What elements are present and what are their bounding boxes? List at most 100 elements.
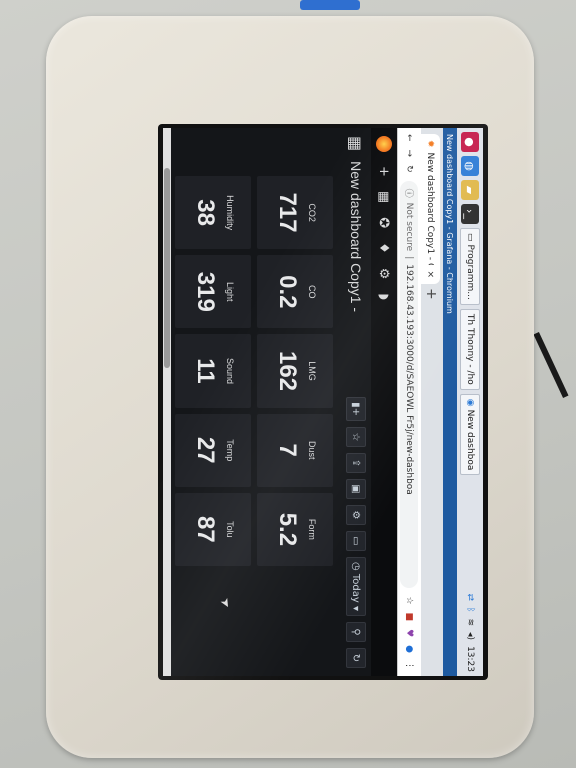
panel-value: 0.2 <box>274 275 301 309</box>
horizontal-scrollbar[interactable] <box>163 128 171 676</box>
globe-icon[interactable]: ◍ <box>461 156 479 176</box>
save-button[interactable]: ▣ <box>346 478 366 499</box>
star-button[interactable]: ☆ <box>346 426 366 447</box>
url-field[interactable]: ⓘ Not secure | 192.168.43.193:3000/d/SAE… <box>400 180 419 589</box>
taskbar-item-thonny[interactable]: Th Thonny - /ho <box>460 308 480 390</box>
new-tab-button[interactable]: + <box>421 288 439 300</box>
grafana-sidebar: + ▦ ✪ ♦ ⚙ ◗ <box>371 128 397 676</box>
time-picker-button[interactable]: ◷ Today ▾ <box>346 556 366 616</box>
dashboard-actions: ▮+ ☆ ⇪ ▣ ⚙ ▭ ◷ Today ▾ ⚲ ↻ <box>346 397 366 668</box>
panel-title: Dust <box>307 440 317 460</box>
browser-tab[interactable]: ✹ New dashboard Copy1 - Grafana × <box>421 134 440 284</box>
stat-panel[interactable]: Dust 7 <box>257 413 333 487</box>
stat-panel[interactable]: CO2 717 <box>257 176 333 250</box>
taskbar-item-programming[interactable]: ▭ Programm... <box>460 228 480 305</box>
wifi-icon[interactable]: ≋ <box>465 618 475 626</box>
panel-value: 162 <box>274 350 301 392</box>
tab-title: New dashboard Copy1 - Grafana <box>425 152 436 266</box>
taskbar-item-label: Programm... <box>465 244 475 300</box>
back-icon[interactable]: ← <box>405 134 415 142</box>
panel-value: 27 <box>192 436 219 464</box>
taskbar-item-label: Thonny - /ho <box>465 328 475 385</box>
stat-panel[interactable]: Light 319 <box>175 255 251 329</box>
refresh-button[interactable]: ↻ <box>346 648 366 668</box>
panel-title: LMG <box>307 361 317 381</box>
info-icon[interactable]: ⓘ <box>403 189 416 198</box>
window-title: New dashboard Copy1 - Grafana - Chromium <box>445 134 455 314</box>
mouse-pointer-icon: ➤ <box>217 595 235 611</box>
grafana-logo-icon[interactable] <box>376 136 392 152</box>
time-range-label: Today <box>350 573 362 603</box>
forward-icon[interactable]: → <box>405 150 415 158</box>
panel-value: 11 <box>192 358 219 384</box>
panel-title: Sound <box>225 357 235 384</box>
thonny-icon: Th <box>465 313 475 326</box>
panel-value: 87 <box>192 516 219 543</box>
tv-mode-button[interactable]: ▭ <box>346 530 366 551</box>
dashboards-grid-icon: ▦ <box>346 136 366 152</box>
tab-strip: ✹ New dashboard Copy1 - Grafana × + <box>421 128 443 676</box>
address-bar: ← → ↻ ⓘ Not secure | 192.168.43.193:3000… <box>397 128 421 676</box>
taskbar-item-label: New dashboa <box>465 409 475 471</box>
panel-title: CO <box>307 285 317 299</box>
terminal-icon[interactable]: ›_ <box>461 204 479 224</box>
system-tray: ⇄ ᛒ ≋ ◂) 13:23 <box>465 594 475 672</box>
dashboard-title[interactable]: New dashboard Copy1 - <box>348 161 364 312</box>
stat-panel[interactable]: Temp 27 <box>175 413 251 487</box>
panel-value: 38 <box>192 199 219 226</box>
vnc-icon[interactable]: ⇄ <box>465 594 475 602</box>
stat-panel[interactable]: Humidity 38 <box>175 176 251 250</box>
stat-panel[interactable]: Tolu 87 <box>175 492 251 566</box>
chevron-down-icon: ▾ <box>350 602 362 611</box>
panel-title: Humidity <box>225 195 235 231</box>
raspberry-menu-icon[interactable]: ● <box>461 132 479 152</box>
power-cable <box>533 332 569 398</box>
scrollbar-thumb[interactable] <box>164 168 170 368</box>
profile-icon[interactable]: ● <box>405 645 415 653</box>
share-button[interactable]: ⇪ <box>346 452 366 473</box>
menu-icon[interactable]: ⋮ <box>405 661 415 670</box>
shield-icon[interactable]: ◗ <box>377 293 392 300</box>
panel-value: 319 <box>192 271 219 312</box>
stat-panel[interactable]: Sound 11 <box>175 334 251 408</box>
alerting-icon[interactable]: ♦ <box>377 242 392 254</box>
configuration-icon[interactable]: ⚙ <box>377 268 392 280</box>
stat-panel[interactable]: Form 5.2 <box>257 492 333 566</box>
grafana-favicon-icon: ✹ <box>425 140 436 148</box>
dashboards-icon[interactable]: ▦ <box>377 191 392 203</box>
touchscreen: ● ◍ ▰ ›_ ▭ Programm... Th Thonny - /ho ◉… <box>158 124 488 680</box>
panel-value: 5.2 <box>274 512 301 547</box>
explore-icon[interactable]: ✪ <box>377 217 392 228</box>
security-label: Not secure <box>404 202 415 252</box>
folder-icon[interactable]: ▰ <box>461 180 479 200</box>
chromium-icon: ◉ <box>465 398 475 407</box>
url-text: 192.168.43.193:3000/d/SAEOWL Fr5j/new-da… <box>404 264 415 495</box>
panel-title: CO2 <box>307 203 317 222</box>
dashboard-header: ▦ New dashboard Copy1 - ▮+ ☆ ⇪ ▣ ⚙ ▭ ◷ T… <box>341 128 371 676</box>
bookmark-star-icon[interactable]: ☆ <box>405 596 415 604</box>
reload-icon[interactable]: ↻ <box>405 165 415 173</box>
volume-icon[interactable]: ◂) <box>465 632 475 640</box>
add-icon[interactable]: + <box>377 166 392 177</box>
zoom-out-button[interactable]: ⚲ <box>346 622 366 642</box>
extension-icon[interactable]: ♥ <box>405 629 415 637</box>
taskbar-item-chromium[interactable]: ◉ New dashboa <box>460 393 480 476</box>
separator: | <box>404 256 415 260</box>
panel-title: Light <box>225 282 235 302</box>
clock: 13:23 <box>465 646 475 672</box>
panel-value: 7 <box>274 443 301 457</box>
browser-window: ● ◍ ▰ ›_ ▭ Programm... Th Thonny - /ho ◉… <box>163 128 483 676</box>
panel-title: Temp <box>225 439 235 462</box>
panel-title: Form <box>307 518 317 540</box>
panel-value: 717 <box>274 192 301 233</box>
usb-cable <box>300 0 360 10</box>
clock-icon: ◷ <box>350 561 362 574</box>
stat-panel[interactable]: CO 0.2 <box>257 255 333 329</box>
stat-panel[interactable]: LMG 162 <box>257 334 333 408</box>
folder-icon: ▭ <box>465 233 475 242</box>
tab-close-button[interactable]: × <box>426 270 436 278</box>
extension-icon[interactable]: ■ <box>405 613 415 622</box>
bluetooth-icon[interactable]: ᛒ <box>465 607 475 612</box>
settings-button[interactable]: ⚙ <box>346 504 366 525</box>
add-panel-button[interactable]: ▮+ <box>346 397 366 421</box>
